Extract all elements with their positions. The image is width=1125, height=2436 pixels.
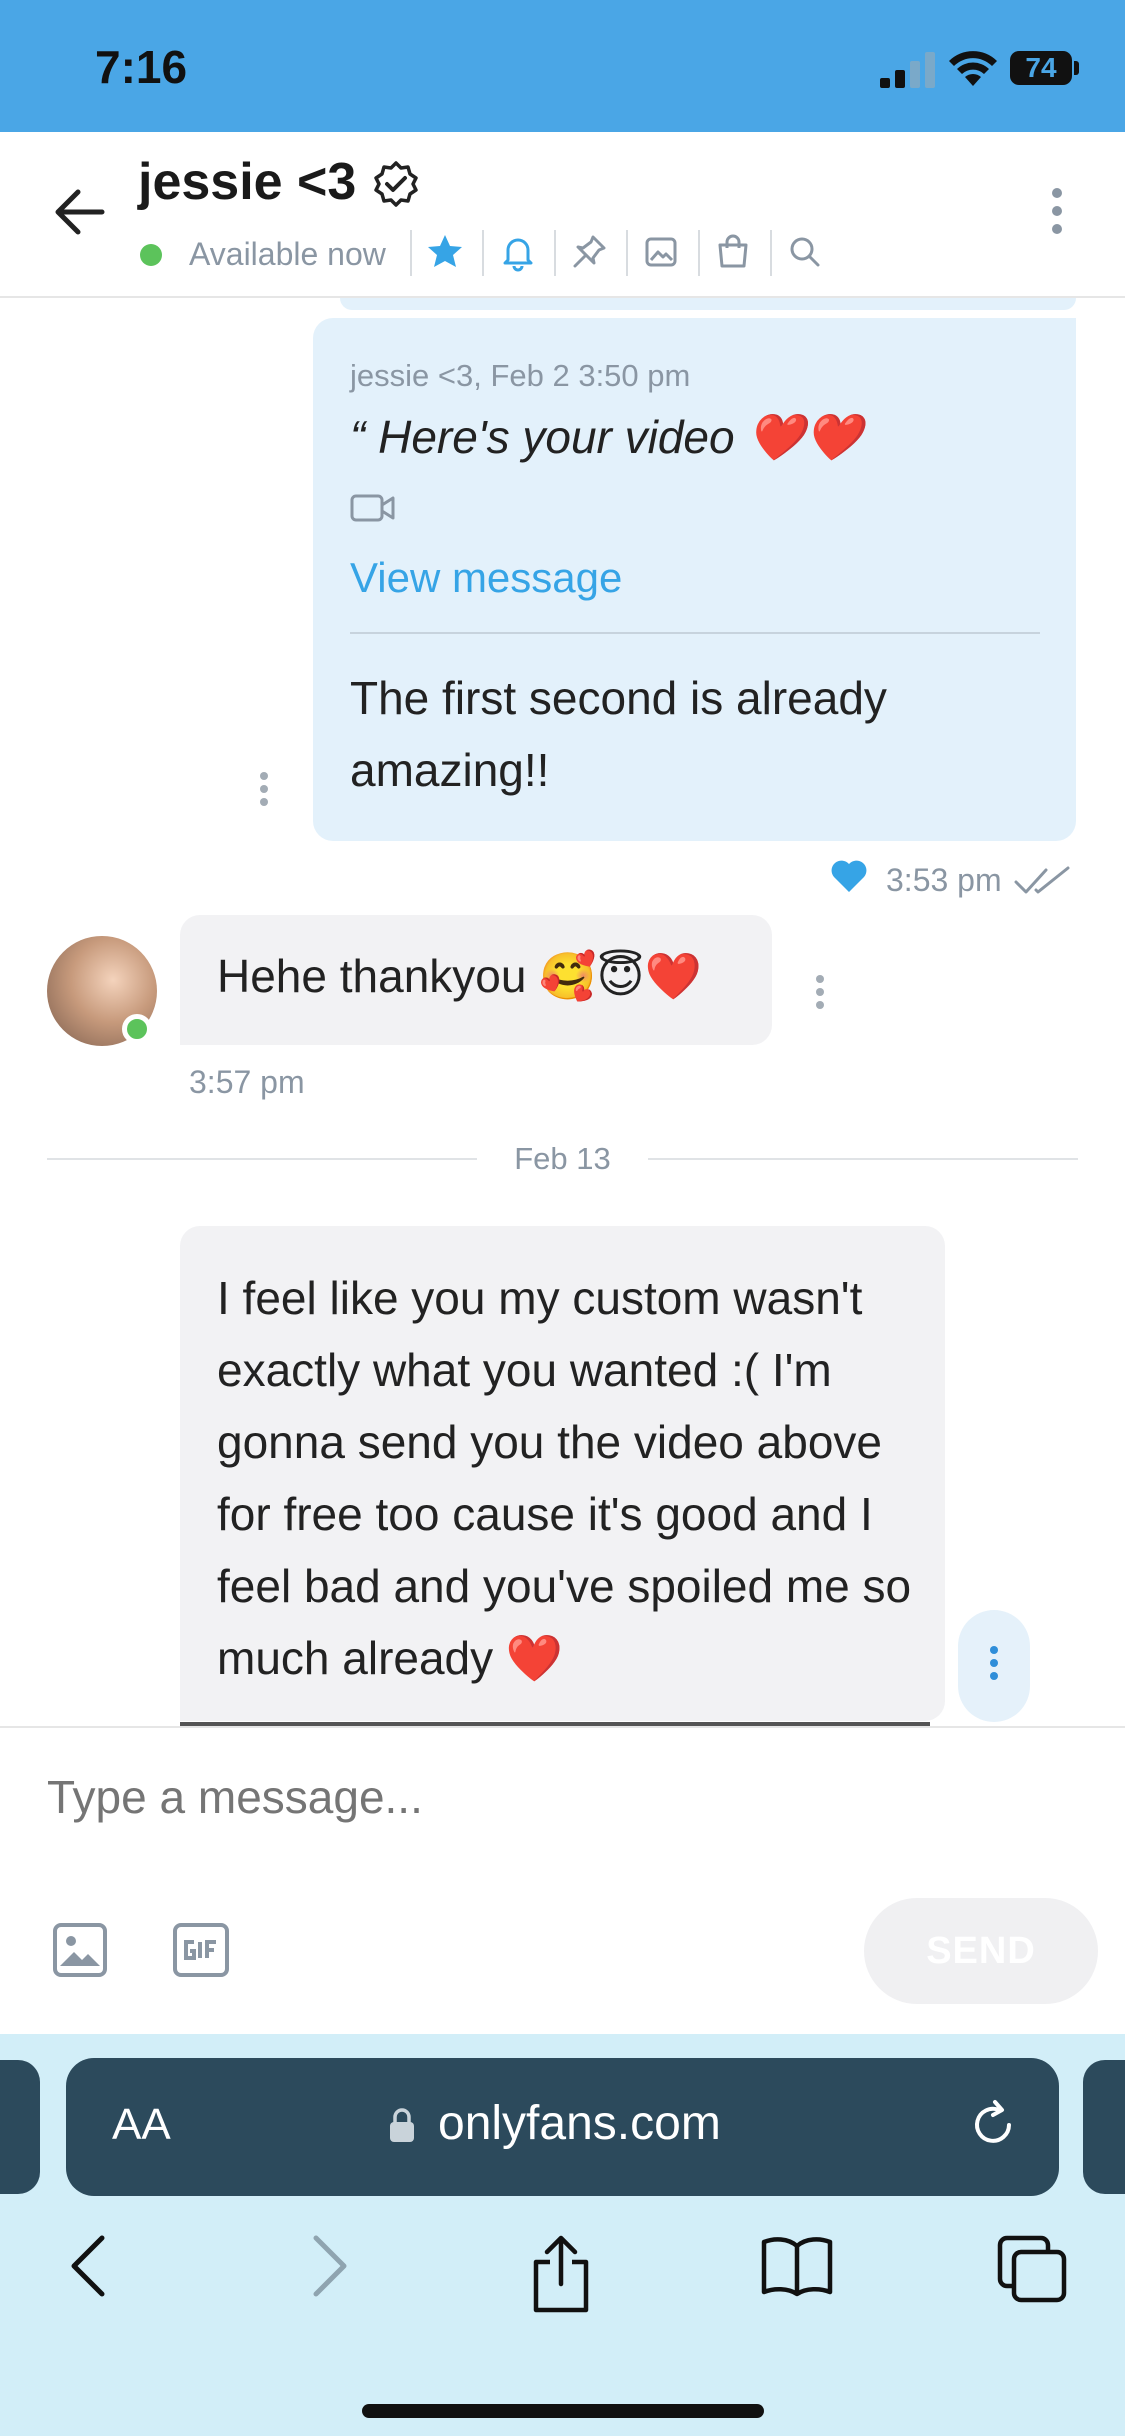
add-image-icon[interactable] <box>52 1922 108 1978</box>
previous-message-edge <box>340 298 1076 310</box>
url-text[interactable]: onlyfans.com <box>438 2096 721 2151</box>
lock-icon <box>390 2108 414 2142</box>
message-options-button[interactable] <box>958 1610 1030 1722</box>
day-separator-line <box>648 1158 1078 1160</box>
bag-icon[interactable] <box>713 232 753 272</box>
status-time: 7:16 <box>95 41 188 93</box>
video-camera-icon <box>350 494 395 522</box>
toolbar-divider <box>770 230 772 276</box>
send-button[interactable]: SEND <box>864 1898 1098 2004</box>
quote-divider <box>350 632 1040 634</box>
message-options-icon[interactable] <box>815 975 825 1015</box>
online-status-dot <box>140 244 162 266</box>
message-input[interactable] <box>47 1770 1047 1824</box>
tabs-icon[interactable] <box>996 2234 1068 2304</box>
battery-icon: 74 <box>1010 51 1072 85</box>
quoted-message-text: “ Here's your video ❤️❤️ <box>350 411 862 463</box>
day-separator-label: Feb 13 <box>514 1141 611 1176</box>
status-bar: 7:16 74 <box>0 0 1125 132</box>
incoming-message-bubble[interactable]: Hehe thankyou 🥰😇❤️ <box>180 915 772 1045</box>
gif-icon[interactable] <box>172 1922 230 1978</box>
wifi-icon <box>949 51 997 86</box>
double-check-icon <box>1014 866 1070 894</box>
back-arrow-icon[interactable] <box>50 182 110 242</box>
reload-icon[interactable] <box>966 2098 1020 2152</box>
incoming-message-bubble[interactable]: I feel like you my custom wasn't exactly… <box>180 1226 945 1721</box>
more-vertical-icon <box>989 1646 999 1686</box>
browser-toolbar: AA onlyfans.com <box>0 2034 1125 2436</box>
toolbar-divider <box>482 230 484 276</box>
bookmarks-icon[interactable] <box>760 2234 834 2298</box>
next-tab-peek[interactable] <box>1083 2060 1125 2194</box>
address-bar[interactable]: AA onlyfans.com <box>66 2058 1059 2196</box>
presence-status: Available now <box>189 236 386 272</box>
outgoing-message-text: The first second is already amazing!! <box>350 672 887 796</box>
view-message-link[interactable]: View message <box>350 554 622 602</box>
outgoing-message-time: 3:53 pm <box>886 862 1002 898</box>
back-chevron-icon[interactable] <box>66 2234 110 2298</box>
toolbar-divider <box>410 230 412 276</box>
incoming-message-time: 3:57 pm <box>189 1064 305 1100</box>
heart-icon[interactable] <box>830 858 868 894</box>
forward-chevron-icon[interactable] <box>308 2234 352 2298</box>
cellular-signal-icon <box>880 52 935 88</box>
battery-tip <box>1074 61 1079 75</box>
day-separator-line <box>47 1158 477 1160</box>
reader-settings-button[interactable]: AA <box>112 2100 171 2150</box>
star-icon[interactable] <box>425 232 465 272</box>
chat-contact-name[interactable]: jessie <3 <box>138 152 356 212</box>
previous-tab-peek[interactable] <box>0 2060 40 2194</box>
incoming-message-text: I feel like you my custom wasn't exactly… <box>217 1272 912 1684</box>
image-icon[interactable] <box>641 232 681 272</box>
incoming-message-text: Hehe thankyou 🥰😇❤️ <box>217 950 702 1002</box>
toolbar-divider <box>626 230 628 276</box>
message-list[interactable]: jessie <3, Feb 2 3:50 pm “ Here's your v… <box>0 298 1125 1726</box>
verified-badge-icon <box>374 161 418 207</box>
share-icon[interactable] <box>528 2234 594 2314</box>
avatar-online-dot <box>122 1014 152 1044</box>
toolbar-divider <box>554 230 556 276</box>
bell-icon[interactable] <box>498 232 538 272</box>
outgoing-message-bubble[interactable]: jessie <3, Feb 2 3:50 pm “ Here's your v… <box>313 318 1076 841</box>
home-indicator[interactable] <box>362 2404 764 2418</box>
more-options-button[interactable] <box>1042 188 1072 242</box>
pin-icon[interactable] <box>569 232 609 272</box>
message-composer: SEND <box>0 1726 1125 2034</box>
chat-header: jessie <3 Available now <box>0 132 1125 298</box>
message-options-icon[interactable] <box>259 772 269 812</box>
quoted-message-meta: jessie <3, Feb 2 3:50 pm <box>350 358 691 393</box>
toolbar-divider <box>698 230 700 276</box>
search-icon[interactable] <box>785 232 825 272</box>
